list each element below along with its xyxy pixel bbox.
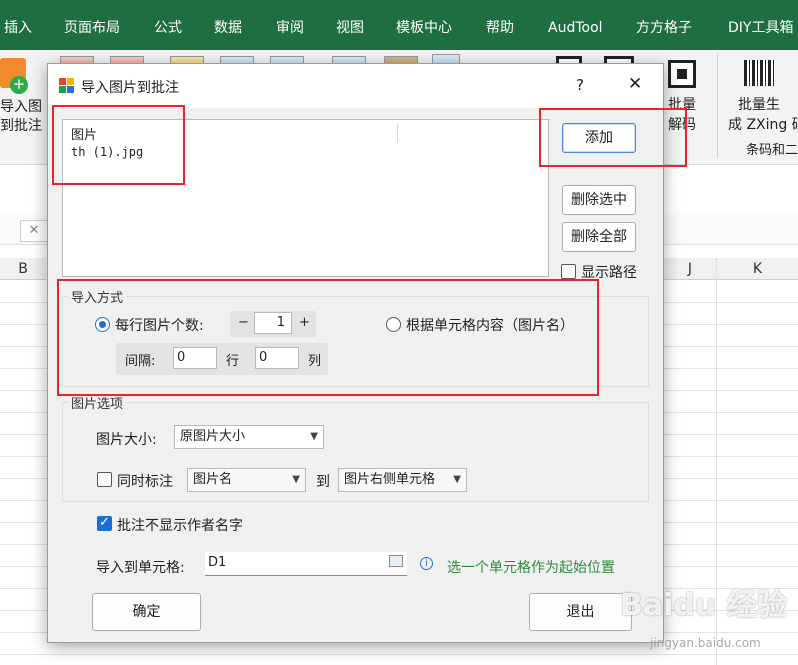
- tab-formulas[interactable]: 公式: [154, 0, 182, 50]
- ribbon-divider: [717, 54, 718, 158]
- column-header-k[interactable]: K: [716, 258, 798, 280]
- mark-target-value: 图片右侧单元格: [344, 472, 436, 487]
- dialog-title: 导入图片到批注: [81, 80, 179, 96]
- ribbon-gen-label-1[interactable]: 批量生: [738, 96, 780, 114]
- mark-content-select[interactable]: 图片名 ▼: [187, 468, 306, 492]
- hide-author-label: 批注不显示作者名字: [117, 518, 243, 534]
- highlight-add-button: [539, 108, 687, 167]
- column-header-j[interactable]: J: [664, 258, 716, 280]
- ribbon-gen-label-2[interactable]: 成 ZXing 码: [728, 116, 798, 134]
- info-icon: i: [420, 557, 433, 570]
- also-mark-checkbox[interactable]: [97, 472, 112, 487]
- highlight-file-list: [52, 105, 185, 185]
- ribbon-tab-bar: 插入 页面布局 公式 数据 审阅 视图 模板中心 帮助 AudTool 方方格子…: [0, 0, 798, 50]
- close-icon[interactable]: ✕: [628, 74, 642, 94]
- ok-button[interactable]: 确定: [92, 593, 201, 631]
- start-position-hint: 选一个单元格作为起始位置: [447, 560, 615, 576]
- mark-content-value: 图片名: [193, 472, 233, 487]
- hide-author-checkbox[interactable]: [97, 515, 112, 531]
- import-to-cell-input[interactable]: D1: [205, 552, 407, 576]
- ribbon-left-label-2[interactable]: 到批注: [0, 117, 42, 135]
- cancel-formula-icon[interactable]: ✕: [20, 220, 48, 242]
- column-divider: [397, 124, 398, 142]
- tab-data[interactable]: 数据: [214, 0, 242, 50]
- mark-target-select[interactable]: 图片右侧单元格 ▼: [338, 468, 467, 492]
- import-to-cell-value: D1: [208, 555, 227, 570]
- image-size-select[interactable]: 原图片大小 ▼: [174, 425, 324, 449]
- show-path-checkbox[interactable]: [561, 264, 576, 279]
- import-to-label: 导入到单元格:: [96, 560, 185, 576]
- ribbon-left-label-1[interactable]: 导入图: [0, 98, 42, 116]
- app-icon: [59, 78, 75, 94]
- watermark-url: jingyan.baidu.com: [650, 636, 761, 650]
- dialog-title-bar[interactable]: 导入图片到批注 ? ✕: [48, 64, 663, 108]
- image-size-value: 原图片大小: [180, 429, 246, 444]
- qr-decode-icon[interactable]: [668, 60, 696, 88]
- delete-selected-button[interactable]: 删除选中: [562, 185, 636, 215]
- tab-template-center[interactable]: 模板中心: [396, 0, 452, 50]
- exit-button[interactable]: 退出: [529, 593, 632, 631]
- tab-review[interactable]: 审阅: [276, 0, 304, 50]
- ribbon-group-label: 条码和二: [746, 143, 798, 158]
- tab-audtool[interactable]: AudTool: [548, 0, 603, 50]
- help-icon[interactable]: ?: [576, 76, 584, 94]
- to-label: 到: [316, 474, 330, 490]
- tab-diy-toolbox[interactable]: DIY工具箱: [728, 0, 793, 50]
- image-size-label: 图片大小:: [96, 432, 157, 448]
- baidu-watermark: Baidu 经验: [620, 588, 787, 623]
- barcode-icon[interactable]: [744, 60, 774, 86]
- tab-insert[interactable]: 插入: [4, 0, 32, 50]
- also-mark-label: 同时标注: [117, 474, 173, 490]
- add-icon: +: [10, 76, 28, 94]
- chevron-down-icon: ▼: [310, 431, 318, 442]
- highlight-import-mode: [57, 279, 599, 396]
- tab-help[interactable]: 帮助: [486, 0, 514, 50]
- delete-all-button[interactable]: 删除全部: [562, 222, 636, 252]
- cell-picker-icon[interactable]: [389, 555, 403, 567]
- tab-view[interactable]: 视图: [336, 0, 364, 50]
- tab-fangfang[interactable]: 方方格子: [636, 0, 692, 50]
- chevron-down-icon: ▼: [453, 474, 461, 485]
- column-header-b[interactable]: B: [0, 258, 46, 280]
- chevron-down-icon: ▼: [292, 474, 300, 485]
- tab-page-layout[interactable]: 页面布局: [64, 0, 120, 50]
- grid-line: [0, 654, 798, 655]
